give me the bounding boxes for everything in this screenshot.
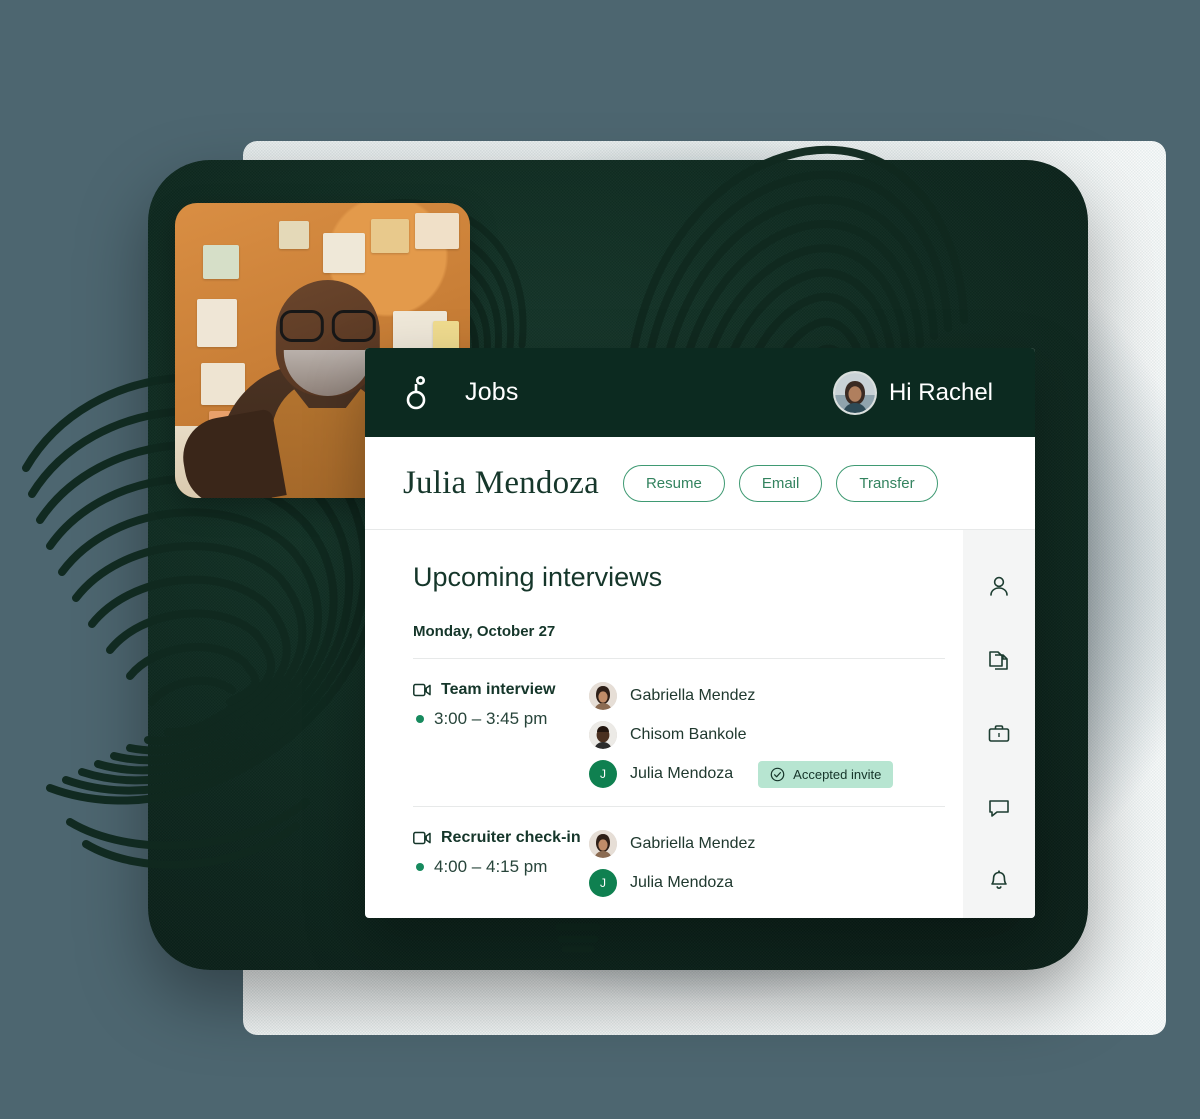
attendee-name: Chisom Bankole bbox=[630, 726, 747, 743]
person-icon bbox=[990, 576, 1008, 596]
status-dot bbox=[416, 863, 424, 871]
list-item[interactable]: Chisom Bankole bbox=[589, 721, 893, 749]
rail-item-messages[interactable] bbox=[963, 771, 1035, 845]
date-label: Monday, October 27 bbox=[413, 623, 556, 640]
resume-button[interactable]: Resume bbox=[622, 464, 725, 502]
right-icon-rail bbox=[963, 530, 1035, 918]
rail-item-jobs[interactable] bbox=[963, 697, 1035, 771]
topbar-title: Jobs bbox=[465, 378, 519, 406]
event-time-row: 4:00 – 4:15 pm bbox=[413, 857, 589, 877]
interviews-panel: Upcoming interviews Monday, October 27 T… bbox=[365, 530, 963, 918]
bell-icon bbox=[991, 870, 1007, 890]
video-camera-icon bbox=[413, 683, 431, 697]
event-time-row: 3:00 – 3:45 pm bbox=[413, 709, 589, 729]
avatar[interactable] bbox=[834, 372, 875, 413]
topbar-user-area[interactable]: Hi Rachel bbox=[834, 372, 993, 413]
attendee-list: Gabriella Mendez Chisom Bankole J Julia … bbox=[589, 681, 894, 788]
status-badge-label: Accepted invite bbox=[793, 766, 882, 782]
sticky-note bbox=[415, 213, 459, 249]
interview-event[interactable]: Recruiter check-in 4:00 – 4:15 pm Gabrie… bbox=[413, 807, 963, 915]
rail-item-documents[interactable] bbox=[963, 624, 1035, 698]
list-item[interactable]: J Julia Mendoza bbox=[589, 869, 755, 897]
chat-bubble-icon bbox=[989, 799, 1009, 817]
candidate-header: Julia Mendoza Resume Email Transfer bbox=[365, 437, 1035, 530]
avatar-initial: J bbox=[589, 760, 617, 788]
list-item[interactable]: Gabriella Mendez bbox=[589, 830, 755, 858]
check-circle-icon bbox=[770, 767, 785, 781]
app-topbar: Jobs Hi Rachel bbox=[365, 348, 1035, 437]
video-camera-icon bbox=[413, 831, 431, 845]
status-badge: Accepted invite bbox=[758, 760, 894, 788]
rail-item-profile[interactable] bbox=[963, 550, 1035, 624]
app-window: Jobs Hi Rachel Julia Mendoza Resume Emai… bbox=[365, 348, 1035, 918]
sticky-note bbox=[371, 219, 409, 253]
candidate-actions: Resume Email Transfer bbox=[622, 464, 938, 502]
event-title-row: Recruiter check-in bbox=[413, 829, 589, 847]
rail-item-notifications[interactable] bbox=[963, 844, 1035, 918]
section-heading: Upcoming interviews bbox=[413, 562, 663, 592]
sticky-note bbox=[279, 221, 309, 249]
attendee-name: Julia Mendoza bbox=[630, 874, 734, 891]
glasses-icon bbox=[279, 310, 376, 342]
attendee-list: Gabriella Mendez J Julia Mendoza bbox=[589, 829, 755, 897]
greenhouse-g-logo-icon[interactable] bbox=[403, 375, 429, 410]
page-title: Julia Mendoza bbox=[403, 464, 599, 501]
avatar bbox=[589, 721, 617, 749]
event-time: 4:00 – 4:15 pm bbox=[434, 857, 548, 876]
interview-event[interactable]: Team interview 3:00 – 3:45 pm Gabriella … bbox=[413, 659, 963, 806]
event-time: 3:00 – 3:45 pm bbox=[434, 709, 548, 728]
event-title: Recruiter check-in bbox=[441, 829, 581, 846]
attendee-name: Gabriella Mendez bbox=[630, 687, 756, 704]
attendee-name: Gabriella Mendez bbox=[630, 835, 756, 852]
avatar bbox=[589, 830, 617, 858]
event-title: Team interview bbox=[441, 681, 556, 698]
avatar-initial: J bbox=[589, 869, 617, 897]
avatar bbox=[589, 682, 617, 710]
email-button[interactable]: Email bbox=[738, 464, 823, 502]
collage-stage: Jobs Hi Rachel Julia Mendoza Resume Emai… bbox=[0, 0, 1200, 1119]
transfer-button[interactable]: Transfer bbox=[836, 464, 938, 502]
briefcase-icon bbox=[988, 725, 1010, 742]
event-meta: Recruiter check-in 4:00 – 4:15 pm bbox=[413, 829, 589, 897]
attendee-name: Julia Mendoza bbox=[630, 765, 734, 782]
event-meta: Team interview 3:00 – 3:45 pm bbox=[413, 681, 589, 788]
app-body: Upcoming interviews Monday, October 27 T… bbox=[365, 530, 1035, 918]
list-item[interactable]: Gabriella Mendez bbox=[589, 682, 893, 710]
list-item[interactable]: J Julia Mendoza Accepted invite bbox=[589, 760, 894, 788]
status-dot bbox=[416, 715, 424, 723]
documents-icon bbox=[989, 651, 1008, 671]
event-title-row: Team interview bbox=[413, 681, 589, 699]
greeting-text: Hi Rachel bbox=[888, 378, 993, 406]
